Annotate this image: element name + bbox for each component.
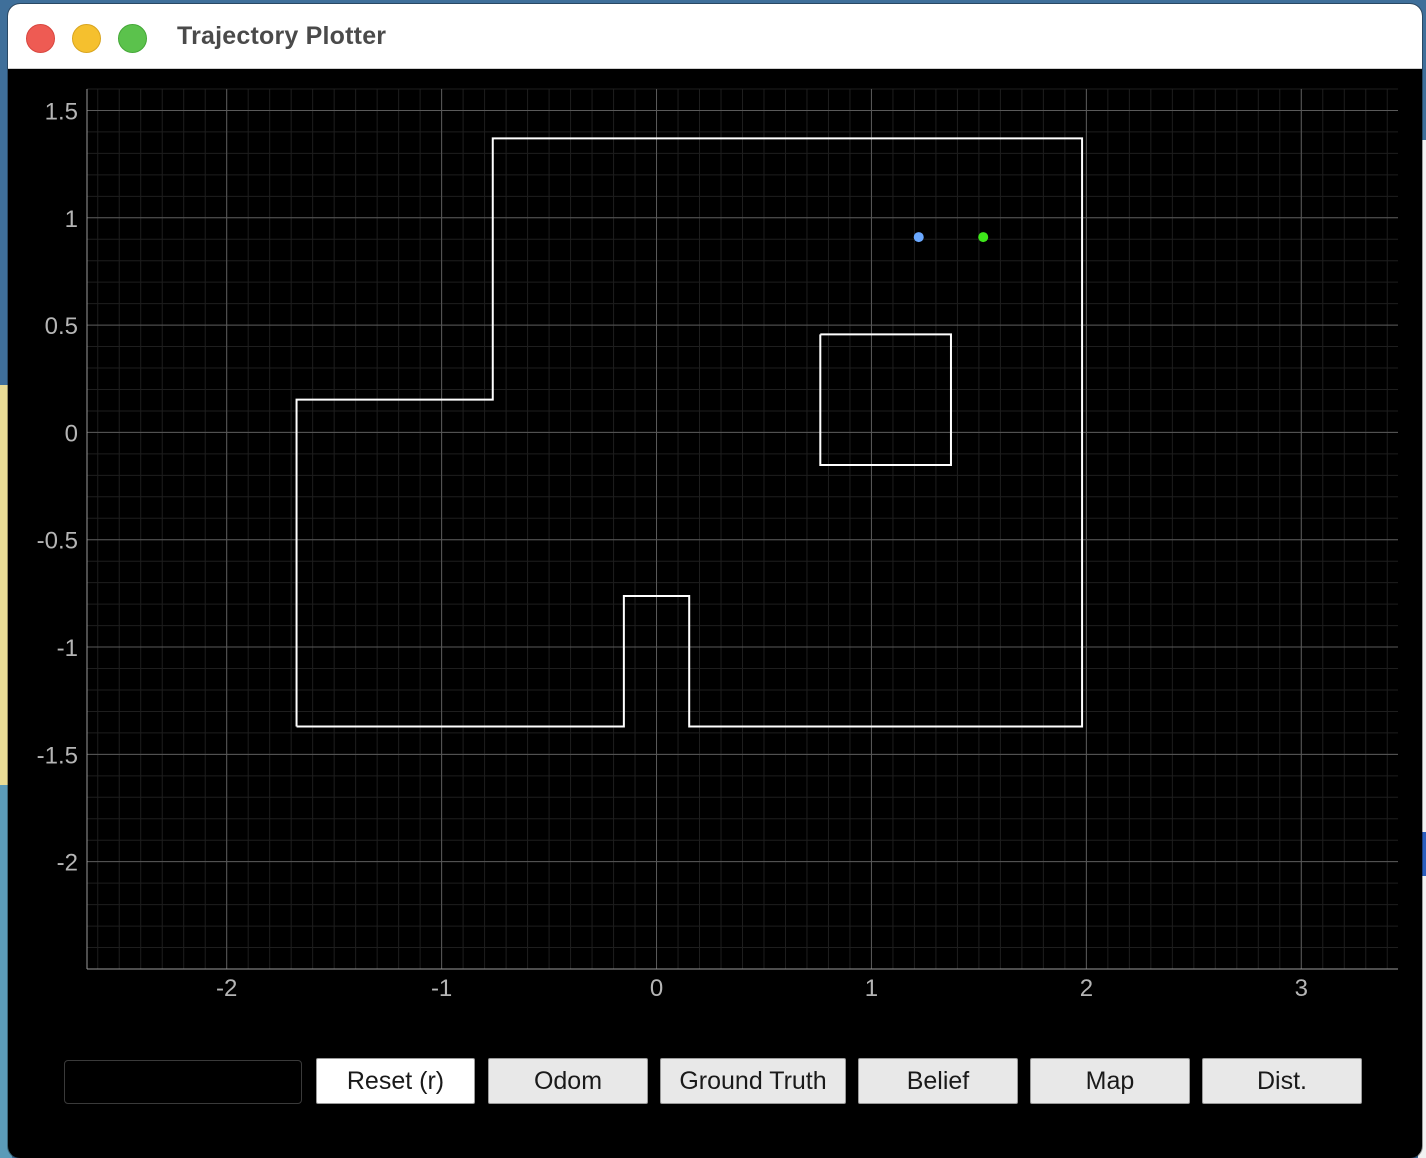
minimize-window-button[interactable] [72, 24, 101, 53]
map-button[interactable]: Map [1030, 1058, 1190, 1104]
x-tick-label: -2 [216, 975, 237, 1002]
y-tick-label: 1 [65, 206, 78, 233]
ground-truth-point [978, 232, 989, 243]
x-tick-label: 0 [650, 975, 663, 1002]
y-tick-label: 0.5 [45, 313, 78, 340]
y-tick-label: -1.5 [37, 742, 78, 769]
x-tick-label: 3 [1295, 975, 1308, 1002]
close-window-button[interactable] [26, 24, 55, 53]
y-tick-label: -2 [57, 850, 78, 877]
window-title: Trajectory Plotter [177, 22, 387, 50]
ground-truth-button[interactable]: Ground Truth [660, 1058, 846, 1104]
x-tick-label: 1 [865, 975, 878, 1002]
trajectory-plot[interactable]: -2 -1 0 1 2 3 1.5 1 0.5 0 -0.5 -1 -1.5 -2 [8, 69, 1422, 1029]
map-obstacle-line [819, 333, 952, 467]
y-tick-label: 1.5 [45, 98, 78, 125]
y-tick-label: -0.5 [37, 528, 78, 555]
control-bar: Reset (r) Odom Ground Truth Belief Map D… [8, 1044, 1422, 1124]
reset-button[interactable]: Reset (r) [316, 1058, 475, 1104]
odom-button[interactable]: Odom [488, 1058, 648, 1104]
y-tick-label: -1 [57, 635, 78, 662]
trajectory-plot-canvas[interactable]: -2 -1 0 1 2 3 1.5 1 0.5 0 -0.5 -1 -1.5 -2 [8, 69, 1422, 1029]
dist-button[interactable]: Dist. [1202, 1058, 1362, 1104]
plotter-window: Trajectory Plotter -2 -1 0 1 2 3 1.5 1 0.5 0 -0.5-… [8, 4, 1422, 1158]
y-tick-label: 0 [65, 420, 78, 447]
command-input[interactable] [64, 1060, 302, 1104]
x-tick-label: 2 [1080, 975, 1093, 1002]
maximize-window-button[interactable] [118, 24, 147, 53]
title-bar[interactable]: Trajectory Plotter [8, 4, 1422, 69]
odom-point [913, 232, 924, 243]
x-tick-label: -1 [431, 975, 452, 1002]
belief-button[interactable]: Belief [858, 1058, 1018, 1104]
